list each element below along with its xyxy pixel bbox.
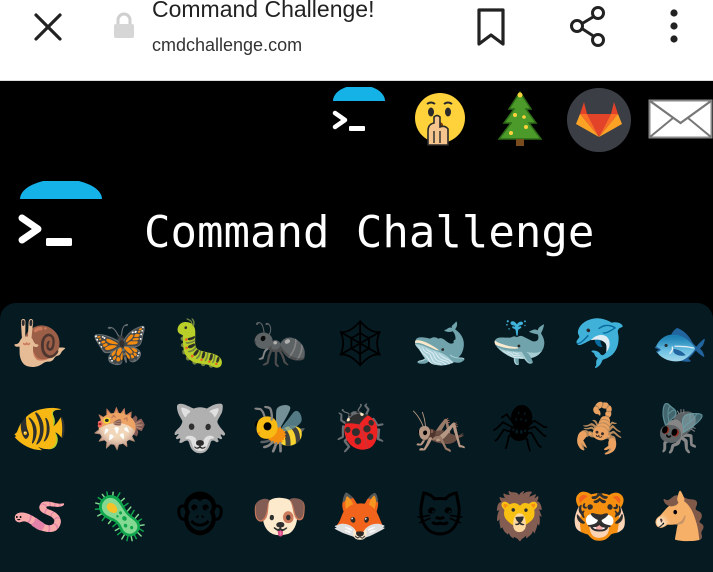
mail-icon <box>648 99 713 139</box>
tropical-fish-icon[interactable]: 🐠 <box>8 396 72 460</box>
close-tab-button[interactable] <box>28 8 68 44</box>
caterpillar-icon[interactable]: 🐛 <box>168 311 232 375</box>
ant-icon[interactable]: 🐜 <box>248 311 312 375</box>
spouting-whale-icon[interactable]: 🐳 <box>488 311 552 375</box>
terminal-logo-icon <box>18 179 102 246</box>
shushing-face-icon <box>415 93 465 146</box>
bee-icon[interactable]: 🐝 <box>248 396 312 460</box>
horse-icon[interactable]: 🐴 <box>648 484 712 548</box>
nav-terminal-logo-link[interactable] <box>330 85 388 145</box>
page-title: Command Challenge! <box>152 0 375 22</box>
more-vert-icon <box>670 9 678 43</box>
fly-icon[interactable]: 🪰 <box>648 396 712 460</box>
microbe-icon[interactable]: 🦠 <box>88 484 152 548</box>
spider-icon[interactable]: 🕷 <box>488 396 552 460</box>
lion-icon[interactable]: 🦁 <box>488 484 552 548</box>
fox-icon[interactable]: 🦊 <box>328 484 392 548</box>
browser-toolbar: Command Challenge! cmdchallenge.com <box>0 0 713 81</box>
brand-title: Command Challenge <box>144 207 595 258</box>
lock-icon <box>112 12 136 40</box>
christmas-tree-icon <box>497 90 543 146</box>
brand-logo[interactable] <box>16 179 106 265</box>
gitlab-icon <box>567 88 631 152</box>
close-icon <box>34 13 62 41</box>
butterfly-icon[interactable]: 🦋 <box>88 311 152 375</box>
share-button[interactable] <box>564 2 612 50</box>
tiger-icon[interactable]: 🐯 <box>568 484 632 548</box>
fish-icon[interactable]: 🐟 <box>648 311 712 375</box>
monkey-icon[interactable]: 🐵 <box>168 484 232 548</box>
nav-mail-link[interactable] <box>648 99 713 139</box>
spider-web-icon[interactable]: 🕸 <box>328 311 392 375</box>
wolf-icon[interactable]: 🐺 <box>168 396 232 460</box>
snail-icon[interactable]: 🐌 <box>8 311 72 375</box>
overflow-menu-button[interactable] <box>656 4 692 48</box>
dog-icon[interactable]: 🐶 <box>248 484 312 548</box>
page-url[interactable]: cmdchallenge.com <box>152 35 302 56</box>
dolphin-icon[interactable]: 🐬 <box>568 311 632 375</box>
whale-icon[interactable]: 🐋 <box>408 311 472 375</box>
animal-grid: 🐌 🦋 🐛 🐜 🕸 🐋 🐳 🐬 🐟 🐠 🐡 🐺 🐝 🐞 🦗 🕷 🦂 🪰 🪱 🦠 🐵 🐶 🦊 🐱 🦁 🐯 🐴 <box>0 303 713 572</box>
bookmark-icon <box>477 8 505 46</box>
cat-icon[interactable]: 🐱 <box>408 484 472 548</box>
terminal-logo-icon <box>332 85 385 131</box>
page-content: Command Challenge 🐌 🦋 🐛 🐜 🕸 🐋 🐳 🐬 🐟 🐠 🐡 🐺 🐝 🐞 🦗 🕷 🦂 🪰 🪱 🦠 🐵 🐶… <box>0 81 713 572</box>
worm-icon[interactable]: 🪱 <box>8 484 72 548</box>
share-icon <box>570 6 605 47</box>
bookmark-button[interactable] <box>470 4 512 48</box>
nav-christmas-tree-link[interactable] <box>496 89 544 147</box>
nav-shushing-face-link[interactable] <box>412 91 468 147</box>
ladybug-icon[interactable]: 🐞 <box>328 396 392 460</box>
scorpion-icon[interactable]: 🦂 <box>568 396 632 460</box>
cricket-icon[interactable]: 🦗 <box>408 396 472 460</box>
nav-gitlab-link[interactable] <box>566 87 632 153</box>
blowfish-icon[interactable]: 🐡 <box>88 396 152 460</box>
